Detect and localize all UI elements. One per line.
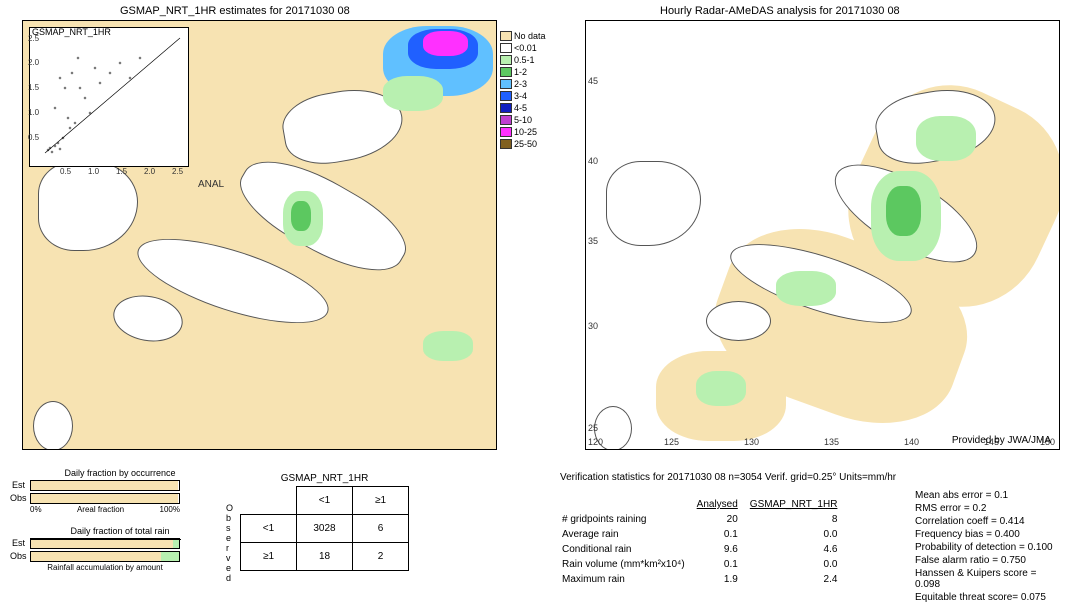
map-gsmap: GSMAP_NRT_1HR 0.5 1.0 1.5 2.0 2.5 0.5 1.… xyxy=(22,20,497,450)
contingency-table: GSMAP_NRT_1HR <1≥1 <130286 ≥1182 xyxy=(240,473,409,571)
anal-label: ANAL xyxy=(198,179,224,190)
map1-title: GSMAP_NRT_1HR estimates for 20171030 08 xyxy=(120,5,350,17)
map-radar: 120 125 130 135 140 145 150 25 30 35 40 … xyxy=(585,20,1060,450)
legend-swatch xyxy=(500,31,512,41)
verif-metrics: Mean abs error = 0.1 RMS error = 0.2 Cor… xyxy=(915,488,1060,605)
provided-by: Provided by JWA/JMA xyxy=(952,435,1051,446)
observed-label: Observed xyxy=(226,503,233,583)
verif-table: AnalysedGSMAP_NRT_1HR # gridpoints raini… xyxy=(560,496,849,588)
color-legend: No data <0.01 0.5-1 1-2 2-3 3-4 4-5 5-10… xyxy=(500,30,570,150)
legend-item: No data xyxy=(500,30,570,42)
fraction-occurrence: Daily fraction by occurrence Est Obs 0%A… xyxy=(30,468,210,514)
fraction-totalrain: Daily fraction of total rain Est Obs Rai… xyxy=(30,526,210,572)
maps-row: GSMAP_NRT_1HR estimates for 20171030 08 … xyxy=(0,0,1080,460)
inset-scatter: GSMAP_NRT_1HR 0.5 1.0 1.5 2.0 2.5 0.5 1.… xyxy=(29,27,189,167)
map2-title: Hourly Radar-AMeDAS analysis for 2017103… xyxy=(660,5,900,17)
stats-panel: Daily fraction by occurrence Est Obs 0%A… xyxy=(0,468,1080,613)
verif-title: Verification statistics for 20171030 08 … xyxy=(560,472,896,483)
